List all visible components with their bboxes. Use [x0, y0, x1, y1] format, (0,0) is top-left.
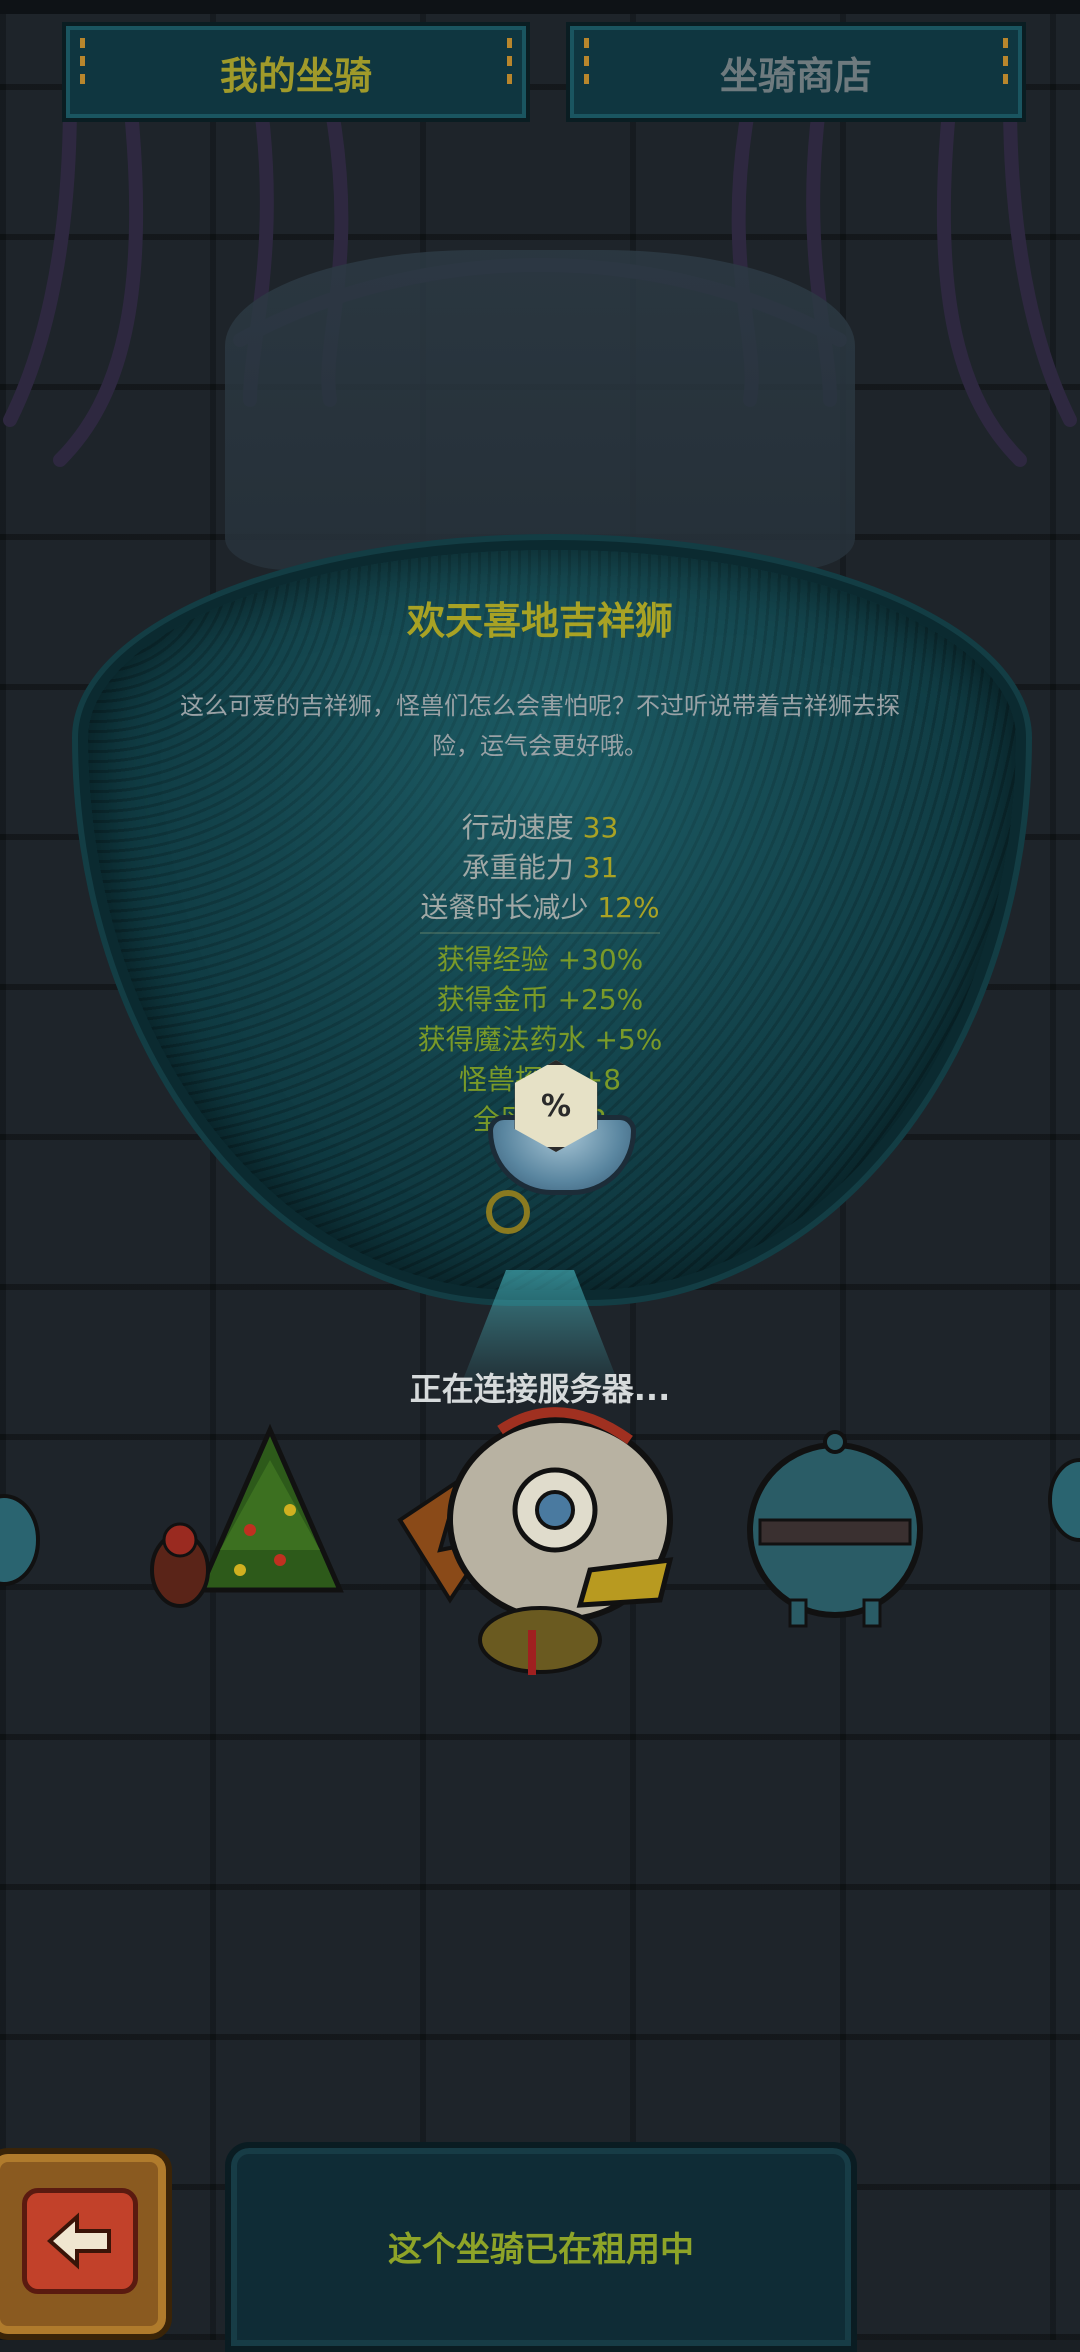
mount-partial-left[interactable] — [0, 1480, 40, 1590]
stat-value: 12% — [597, 891, 660, 924]
tab-my-mounts[interactable]: 我的坐骑 — [62, 22, 530, 122]
stat-label: 承重能力 — [461, 851, 574, 884]
top-strip — [0, 0, 1080, 14]
back-button[interactable] — [0, 2148, 172, 2340]
bonus-potion: 获得魔法药水 +5% — [417, 1023, 663, 1056]
stat-value: 31 — [582, 851, 619, 884]
back-button-face — [22, 2188, 138, 2294]
stat-value: 33 — [582, 811, 619, 844]
stat-label: 行动速度 — [461, 811, 574, 844]
tab-mount-shop[interactable]: 坐骑商店 — [566, 22, 1026, 122]
back-arrow-icon — [46, 2212, 111, 2270]
bonus-exp: 获得经验 +30% — [436, 943, 644, 976]
tab-mount-shop-label: 坐骑商店 — [719, 53, 872, 98]
eye-icon — [486, 1190, 530, 1234]
pod-neck — [225, 250, 855, 570]
stat-label: 送餐时长减少 — [420, 891, 589, 924]
mount-christmas-tree[interactable] — [150, 1420, 350, 1620]
bonus-gold: 获得金币 +25% — [436, 983, 644, 1016]
mount-teal-ball[interactable] — [740, 1420, 930, 1630]
stat-delivery-time: 送餐时长减少 12% — [0, 888, 1080, 928]
mount-partial-right[interactable] — [1040, 1450, 1080, 1560]
tab-my-mounts-label: 我的坐骑 — [219, 53, 372, 98]
stats-list: 行动速度 33 承重能力 31 送餐时长减少 12% — [0, 808, 1080, 928]
stat-speed: 行动速度 33 — [0, 808, 1080, 848]
divider — [420, 932, 660, 934]
mount-description: 这么可爱的吉祥狮，怪兽们怎么会害怕呢？不过听说带着吉祥狮去探险，运气会更好哦。 — [180, 692, 900, 760]
mount-name: 欢天喜地吉祥狮 — [406, 599, 673, 643]
mount-lucky-lion[interactable] — [380, 1400, 700, 1680]
stat-capacity: 承重能力 31 — [0, 848, 1080, 888]
rented-status-text: 这个坐骑已在租用中 — [388, 2230, 694, 2270]
